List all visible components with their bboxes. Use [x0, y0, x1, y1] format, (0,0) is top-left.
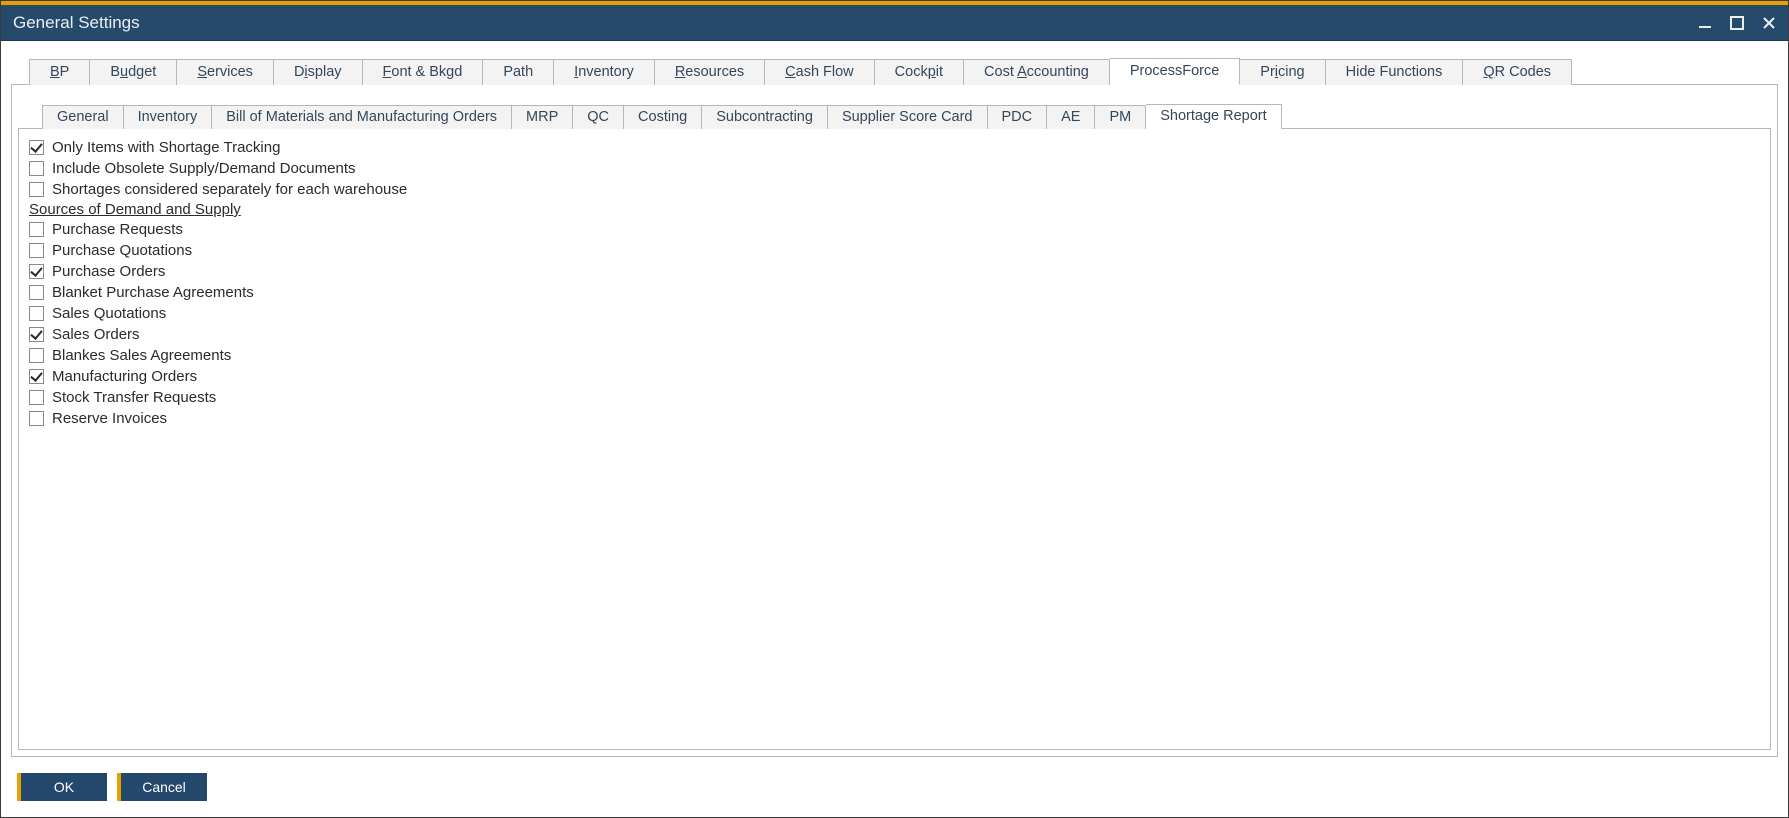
- secondary-tab-bill-of-materials-and-manufacturing-orders[interactable]: Bill of Materials and Manufacturing Orde…: [212, 105, 512, 129]
- secondary-tab-shortage-report[interactable]: Shortage Report: [1146, 104, 1281, 129]
- source-option-checkbox[interactable]: [29, 348, 44, 363]
- primary-tab-resources[interactable]: Resources: [655, 59, 765, 85]
- secondary-tab-costing[interactable]: Costing: [624, 105, 702, 129]
- maximize-icon[interactable]: [1728, 14, 1746, 32]
- secondary-tab-general[interactable]: General: [42, 105, 124, 129]
- primary-tab-cash-flow[interactable]: Cash Flow: [765, 59, 875, 85]
- source-option-row[interactable]: Sales Orders: [29, 324, 1760, 345]
- ok-button[interactable]: OK: [17, 773, 107, 801]
- source-option-label: Reserve Invoices: [52, 408, 167, 429]
- secondary-tab-supplier-score-card[interactable]: Supplier Score Card: [828, 105, 988, 129]
- source-option-row[interactable]: Purchase Orders: [29, 261, 1760, 282]
- sources-checkboxes-group: Purchase RequestsPurchase QuotationsPurc…: [29, 219, 1760, 429]
- primary-tab-path[interactable]: Path: [483, 59, 554, 85]
- top-option-row[interactable]: Shortages considered separately for each…: [29, 179, 1760, 200]
- secondary-tab-row: GeneralInventoryBill of Materials and Ma…: [42, 103, 1771, 128]
- primary-tab-qr-codes[interactable]: QR Codes: [1463, 59, 1572, 85]
- source-option-checkbox[interactable]: [29, 327, 44, 342]
- sources-header: Sources of Demand and Supply: [29, 201, 1760, 218]
- secondary-tab-subcontracting[interactable]: Subcontracting: [702, 105, 828, 129]
- source-option-row[interactable]: Blankes Sales Agreements: [29, 345, 1760, 366]
- source-option-row[interactable]: Purchase Quotations: [29, 240, 1760, 261]
- top-option-checkbox[interactable]: [29, 140, 44, 155]
- primary-tab-panel: GeneralInventoryBill of Materials and Ma…: [11, 84, 1778, 757]
- secondary-tab-inventory[interactable]: Inventory: [124, 105, 213, 129]
- cancel-button[interactable]: Cancel: [117, 773, 207, 801]
- footer-buttons: OK Cancel: [11, 757, 1778, 809]
- source-option-row[interactable]: Purchase Requests: [29, 219, 1760, 240]
- minimize-icon[interactable]: [1696, 14, 1714, 32]
- source-option-label: Purchase Quotations: [52, 240, 192, 261]
- primary-tab-bp[interactable]: BP: [29, 59, 90, 85]
- primary-tab-budget[interactable]: Budget: [90, 59, 177, 85]
- source-option-row[interactable]: Sales Quotations: [29, 303, 1760, 324]
- top-option-label: Include Obsolete Supply/Demand Documents: [52, 158, 356, 179]
- source-option-checkbox[interactable]: [29, 369, 44, 384]
- source-option-label: Purchase Requests: [52, 219, 183, 240]
- source-option-row[interactable]: Reserve Invoices: [29, 408, 1760, 429]
- source-option-row[interactable]: Stock Transfer Requests: [29, 387, 1760, 408]
- source-option-label: Purchase Orders: [52, 261, 165, 282]
- primary-tab-cockpit[interactable]: Cockpit: [875, 59, 964, 85]
- source-option-label: Sales Orders: [52, 324, 140, 345]
- top-option-checkbox[interactable]: [29, 161, 44, 176]
- source-option-label: Sales Quotations: [52, 303, 166, 324]
- source-option-row[interactable]: Blanket Purchase Agreements: [29, 282, 1760, 303]
- secondary-tab-pdc[interactable]: PDC: [988, 105, 1048, 129]
- secondary-tab-qc[interactable]: QC: [573, 105, 624, 129]
- source-option-label: Stock Transfer Requests: [52, 387, 216, 408]
- top-option-label: Only Items with Shortage Tracking: [52, 137, 280, 158]
- primary-tab-services[interactable]: Services: [177, 59, 274, 85]
- source-option-checkbox[interactable]: [29, 222, 44, 237]
- source-option-checkbox[interactable]: [29, 390, 44, 405]
- secondary-tab-mrp[interactable]: MRP: [512, 105, 573, 129]
- general-settings-window: General Settings BPBudgetServicesDisplay…: [0, 0, 1789, 818]
- top-checkboxes-group: Only Items with Shortage TrackingInclude…: [29, 137, 1760, 200]
- primary-tab-cost-accounting[interactable]: Cost Accounting: [964, 59, 1110, 85]
- primary-tab-font-bkgd[interactable]: Font & Bkgd: [363, 59, 484, 85]
- top-option-row[interactable]: Only Items with Shortage Tracking: [29, 137, 1760, 158]
- top-option-row[interactable]: Include Obsolete Supply/Demand Documents: [29, 158, 1760, 179]
- source-option-checkbox[interactable]: [29, 306, 44, 321]
- source-option-label: Blankes Sales Agreements: [52, 345, 231, 366]
- primary-tab-processforce[interactable]: ProcessForce: [1110, 58, 1240, 85]
- source-option-checkbox[interactable]: [29, 285, 44, 300]
- source-option-label: Blanket Purchase Agreements: [52, 282, 254, 303]
- source-option-row[interactable]: Manufacturing Orders: [29, 366, 1760, 387]
- content-area: BPBudgetServicesDisplayFont & BkgdPathIn…: [1, 41, 1788, 817]
- primary-tab-row: BPBudgetServicesDisplayFont & BkgdPathIn…: [29, 57, 1778, 84]
- titlebar[interactable]: General Settings: [1, 1, 1788, 41]
- source-option-label: Manufacturing Orders: [52, 366, 197, 387]
- shortage-report-panel: Only Items with Shortage TrackingInclude…: [18, 128, 1771, 750]
- primary-tab-inventory[interactable]: Inventory: [554, 59, 655, 85]
- window-title: General Settings: [13, 13, 140, 33]
- primary-tab-display[interactable]: Display: [274, 59, 363, 85]
- source-option-checkbox[interactable]: [29, 243, 44, 258]
- window-controls: [1696, 14, 1778, 32]
- close-icon[interactable]: [1760, 14, 1778, 32]
- source-option-checkbox[interactable]: [29, 411, 44, 426]
- top-option-label: Shortages considered separately for each…: [52, 179, 407, 200]
- source-option-checkbox[interactable]: [29, 264, 44, 279]
- primary-tab-pricing[interactable]: Pricing: [1240, 59, 1325, 85]
- top-option-checkbox[interactable]: [29, 182, 44, 197]
- secondary-tab-pm[interactable]: PM: [1095, 105, 1146, 129]
- primary-tab-hide-functions[interactable]: Hide Functions: [1326, 59, 1464, 85]
- secondary-tab-ae[interactable]: AE: [1047, 105, 1095, 129]
